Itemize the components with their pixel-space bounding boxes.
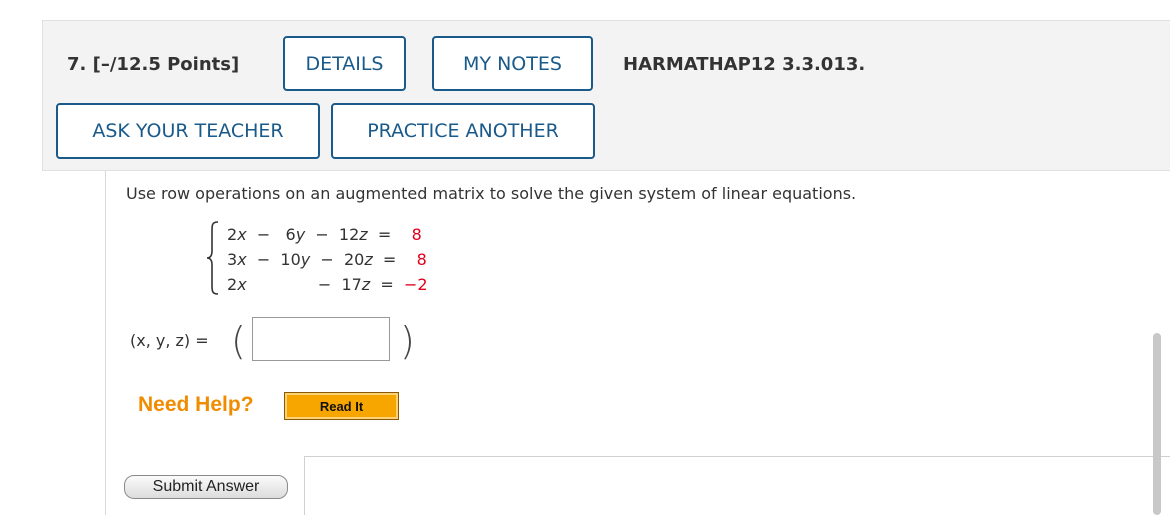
close-paren: ) <box>400 319 415 363</box>
question-header: 7. [–/12.5 Points] DETAILS MY NOTES HARM… <box>42 20 1170 171</box>
answer-input[interactable] <box>252 317 390 361</box>
open-paren: ( <box>231 319 246 363</box>
my-notes-button[interactable]: MY NOTES <box>432 36 593 91</box>
instructions-text: Use row operations on an augmented matri… <box>126 184 857 203</box>
ask-your-teacher-button[interactable]: ASK YOUR TEACHER <box>56 103 320 159</box>
equation-row-1: 2x − 6y − 12z = 8 <box>227 225 422 244</box>
submit-answer-button[interactable]: Submit Answer <box>124 475 288 499</box>
need-help-label: Need Help? <box>138 393 254 416</box>
equation-row-2: 3x − 10y − 20z = 8 <box>227 250 427 269</box>
question-body: Use row operations on an augmented matri… <box>105 171 1170 515</box>
details-button[interactable]: DETAILS <box>283 36 406 91</box>
equation-row-3: 2x − 17z = −2 <box>227 275 428 294</box>
question-id: HARMATHAP12 3.3.013. <box>623 54 866 75</box>
answer-label: (x, y, z) = <box>130 331 209 350</box>
scrollbar-thumb[interactable] <box>1153 333 1161 515</box>
divider <box>304 456 1170 457</box>
practice-another-button[interactable]: PRACTICE ANOTHER <box>331 103 595 159</box>
read-it-button[interactable]: Read It <box>284 392 399 420</box>
divider <box>304 456 305 515</box>
left-brace <box>206 221 219 295</box>
question-number-points: 7. [–/12.5 Points] <box>67 54 240 75</box>
